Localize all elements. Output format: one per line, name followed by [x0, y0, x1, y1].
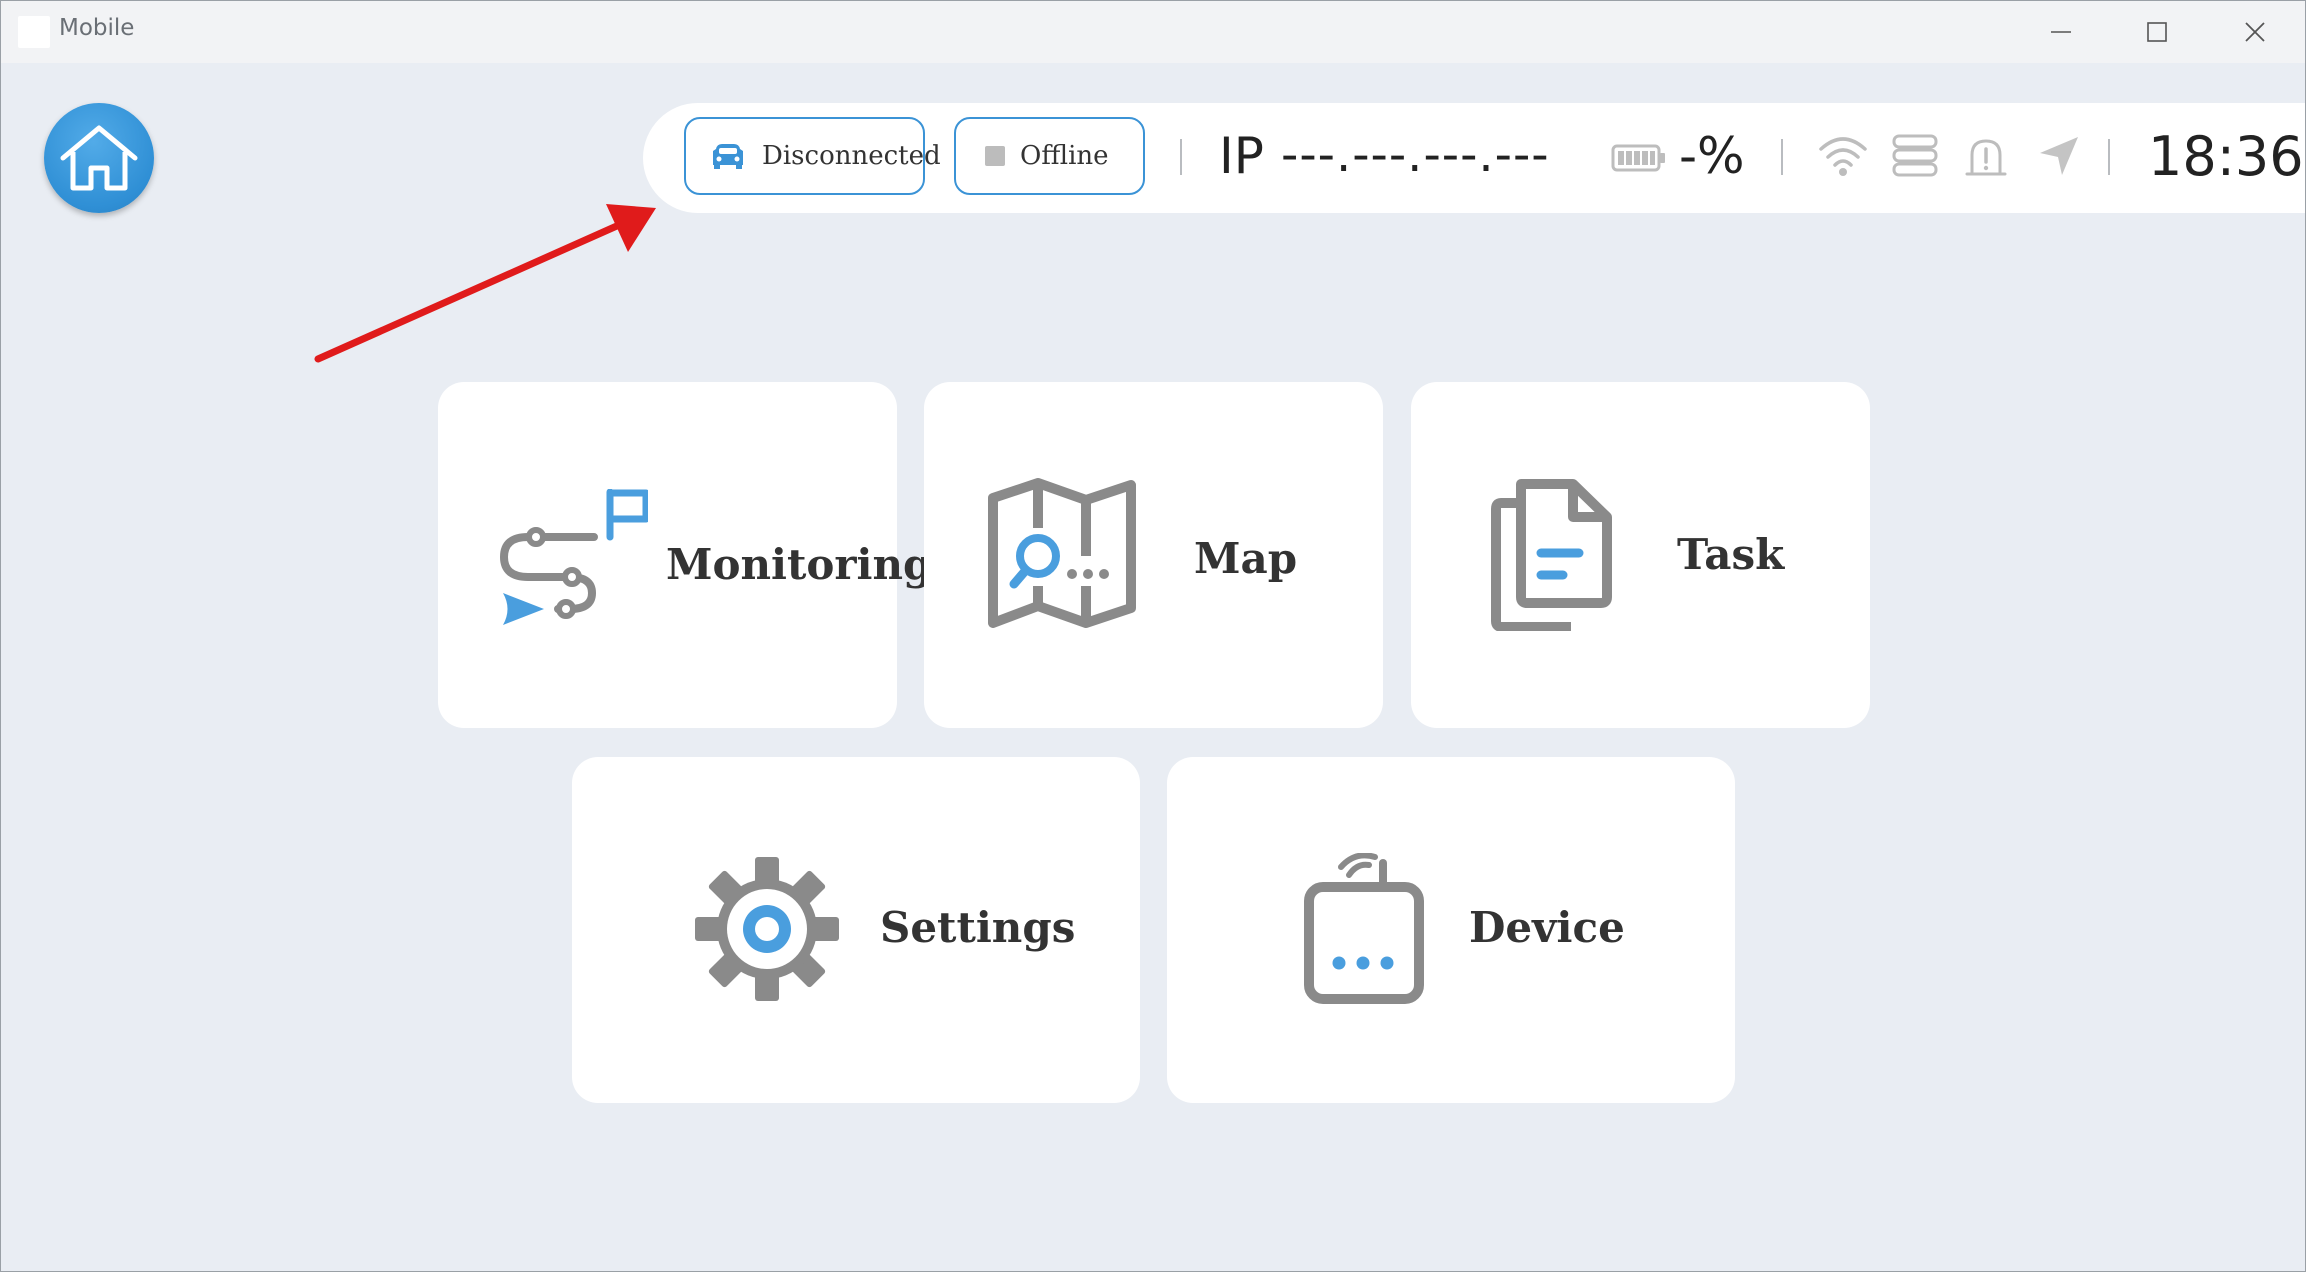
annotation-arrow: [314, 204, 656, 363]
title-bar: Mobile: [1, 1, 2305, 63]
close-button[interactable]: [2205, 1, 2305, 63]
monitoring-card[interactable]: Monitoring: [438, 382, 932, 728]
settings-label: Settings: [880, 903, 1076, 952]
battery-percentage: -%: [1679, 127, 1745, 185]
connection-status-label: Disconnected: [762, 141, 941, 171]
mode-status-label: Offline: [1020, 141, 1109, 171]
maximize-icon: [2147, 22, 2167, 42]
app-icon: [18, 16, 50, 48]
documents-icon: [1491, 479, 1612, 631]
ip-label: IP: [1219, 127, 1264, 185]
device-card[interactable]: Device: [1167, 757, 1735, 1103]
device-label: Device: [1469, 903, 1625, 952]
storage-icon: [1891, 133, 1939, 184]
map-search-icon: [988, 478, 1136, 628]
map-card[interactable]: Map: [924, 382, 1383, 728]
wifi-icon: [1818, 133, 1868, 184]
connection-status-button[interactable]: Disconnected: [684, 117, 941, 195]
route-flag-icon: [499, 489, 648, 625]
home-button[interactable]: [44, 103, 154, 213]
maximize-button[interactable]: [2107, 1, 2207, 63]
navigation-icon: [2036, 133, 2082, 184]
window-title: Mobile: [59, 15, 135, 41]
divider: [1781, 139, 1783, 175]
gear-icon: [695, 857, 839, 1001]
ip-address-value: ---.---.---.---: [1281, 127, 1550, 183]
app-window: Mobile Disconnected Offline IP ---.---.-…: [0, 0, 2306, 1272]
vehicle-icon: [708, 141, 748, 171]
mode-status-button[interactable]: Offline: [954, 117, 1145, 195]
task-label: Task: [1677, 530, 1785, 579]
clock: 18:36: [2148, 125, 2304, 188]
divider: [1180, 139, 1182, 175]
alarm-icon: [1963, 133, 2009, 184]
task-card[interactable]: Task: [1411, 382, 1870, 728]
home-icon: [60, 125, 138, 191]
minimize-button[interactable]: [2011, 1, 2111, 63]
divider: [2108, 139, 2110, 175]
status-bar: Disconnected Offline IP ---.---.---.---: [643, 103, 2305, 213]
stop-square-icon: [984, 145, 1006, 167]
device-icon: [1304, 853, 1424, 1004]
close-icon: [2245, 22, 2265, 42]
minimize-icon: [2051, 31, 2071, 33]
map-label: Map: [1194, 534, 1298, 583]
battery-icon: [1611, 144, 1667, 177]
monitoring-label: Monitoring: [666, 540, 933, 589]
settings-card[interactable]: Settings: [572, 757, 1140, 1103]
